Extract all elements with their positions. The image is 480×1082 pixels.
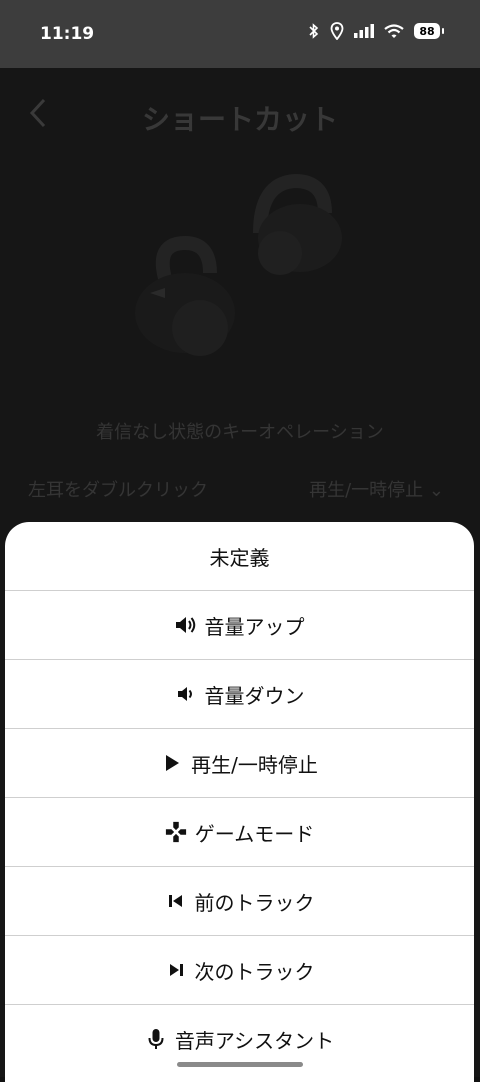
bluetooth-icon <box>308 23 320 39</box>
double-click-left-value[interactable]: 再生/一時停止 ⌄ <box>309 476 444 502</box>
volume-up-icon <box>175 614 197 636</box>
wifi-icon <box>384 23 404 39</box>
option-undefined[interactable]: 未定義 <box>5 522 474 591</box>
option-label: 未定義 <box>209 545 270 570</box>
option-previous-track[interactable]: 前のトラック <box>5 867 474 936</box>
section-caption: 着信なし状態のキーオペレーション <box>96 422 384 443</box>
status-bar: 11:19 88 <box>0 0 480 68</box>
status-time: 11:19 <box>40 24 95 44</box>
earbuds-image <box>110 173 370 373</box>
option-label: 音声アシスタント <box>174 1028 335 1053</box>
option-label: 次のトラック <box>194 959 315 984</box>
option-label: 前のトラック <box>194 890 315 915</box>
action-sheet: 未定義 音量アップ 音量ダウン 再生/一時停止 ゲームモード 前のトラック 次の… <box>5 522 474 1082</box>
volume-down-icon <box>175 683 197 705</box>
option-label: 音量ダウン <box>204 683 305 708</box>
page-title: ショートカット <box>141 103 338 136</box>
option-volume-up[interactable]: 音量アップ <box>5 591 474 660</box>
row-value-text: 再生/一時停止 <box>309 480 424 501</box>
signal-icon <box>354 24 374 38</box>
play-icon <box>161 752 183 774</box>
microphone-icon <box>145 1028 167 1050</box>
option-game-mode[interactable]: ゲームモード <box>5 798 474 867</box>
option-label: ゲームモード <box>194 821 315 846</box>
next-track-icon <box>165 959 187 981</box>
battery-icon: 88 <box>414 23 444 39</box>
previous-track-icon <box>165 890 187 912</box>
chevron-down-icon: ⌄ <box>428 480 444 501</box>
option-label: 再生/一時停止 <box>191 752 318 777</box>
option-volume-down[interactable]: 音量ダウン <box>5 660 474 729</box>
option-next-track[interactable]: 次のトラック <box>5 936 474 1005</box>
home-indicator[interactable] <box>177 1062 303 1067</box>
double-click-left-label: 左耳をダブルクリック <box>28 480 208 501</box>
option-play-pause[interactable]: 再生/一時停止 <box>5 729 474 798</box>
location-icon <box>330 22 344 40</box>
option-label: 音量アップ <box>204 614 305 639</box>
status-icons: 88 <box>308 22 444 40</box>
gamepad-icon <box>165 821 187 843</box>
